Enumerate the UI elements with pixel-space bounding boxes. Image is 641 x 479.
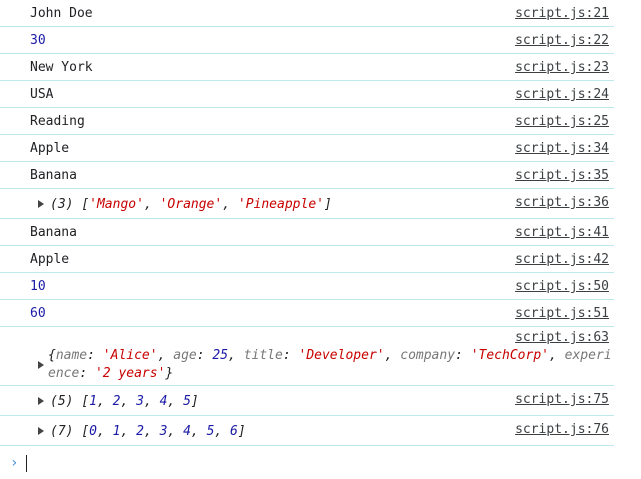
- array-item: 'Pineapple': [237, 197, 324, 212]
- object-value: 'Alice': [102, 348, 158, 363]
- array-item: 1: [89, 394, 97, 409]
- source-link[interactable]: script.js:51: [515, 306, 609, 321]
- array-item: 3: [136, 394, 144, 409]
- source-link[interactable]: script.js:76: [515, 422, 609, 437]
- source-link[interactable]: script.js:75: [515, 392, 609, 407]
- source-link[interactable]: script.js:36: [515, 195, 609, 210]
- source-link[interactable]: script.js:34: [515, 141, 609, 156]
- log-message: Banana: [30, 225, 77, 240]
- object-key: title: [243, 348, 283, 363]
- object-key: company: [400, 348, 456, 363]
- source-link[interactable]: script.js:23: [515, 60, 609, 75]
- log-row: 60 script.js:51: [0, 300, 614, 327]
- log-message: Reading: [30, 114, 85, 129]
- log-row: 10 script.js:50: [0, 273, 614, 300]
- expand-triangle-icon[interactable]: [38, 427, 44, 435]
- log-group-1: John Doe script.js:21 30 script.js:22 New Yo…: [0, 0, 641, 189]
- array-count: (7): [50, 424, 74, 439]
- object-log-row[interactable]: script.js:63 {name: 'Alice', age: 25, ti…: [0, 327, 614, 386]
- object-preview: {name: 'Alice', age: 25, title: 'Develop…: [48, 348, 612, 381]
- log-message: John Doe: [30, 6, 93, 21]
- source-link[interactable]: script.js:63: [515, 330, 609, 345]
- console-panel: John Doe script.js:21 30 script.js:22 New Yo…: [0, 0, 641, 479]
- array-item: 5: [183, 394, 191, 409]
- source-link[interactable]: script.js:41: [515, 225, 609, 240]
- array-preview: [0, 1, 2, 3, 4, 5, 6]: [81, 424, 246, 439]
- log-row: New York script.js:23: [0, 54, 614, 81]
- array-preview: ['Mango', 'Orange', 'Pineapple']: [81, 197, 332, 212]
- log-message: Apple: [30, 252, 70, 267]
- source-link[interactable]: script.js:42: [515, 252, 609, 267]
- array-item: 'Orange': [159, 197, 223, 212]
- log-row: Banana script.js:41: [0, 219, 614, 246]
- text-cursor[interactable]: [26, 454, 27, 472]
- log-message: 10: [30, 279, 46, 294]
- log-message: USA: [30, 87, 54, 102]
- array-item: 6: [230, 424, 238, 439]
- array-item: 0: [89, 424, 97, 439]
- array-item: 'Mango': [89, 197, 144, 212]
- object-key: age: [173, 348, 197, 363]
- source-link[interactable]: script.js:50: [515, 279, 609, 294]
- array-item: 2: [136, 424, 144, 439]
- object-key: name: [55, 348, 88, 363]
- source-link[interactable]: script.js:25: [515, 114, 609, 129]
- log-row: USA script.js:24: [0, 81, 614, 108]
- log-row: 30 script.js:22: [0, 27, 614, 54]
- source-link[interactable]: script.js:24: [515, 87, 609, 102]
- log-message: Apple: [30, 141, 70, 156]
- log-message: 30: [30, 33, 46, 48]
- array-preview: [1, 2, 3, 4, 5]: [81, 394, 199, 409]
- source-link[interactable]: script.js:21: [515, 6, 609, 21]
- array-log-row[interactable]: (5) [1, 2, 3, 4, 5] script.js:75: [0, 386, 614, 416]
- log-row: John Doe script.js:21: [0, 0, 614, 27]
- expand-triangle-icon[interactable]: [38, 361, 44, 369]
- source-link[interactable]: script.js:22: [515, 33, 609, 48]
- object-value: '2 years': [94, 366, 166, 381]
- array-count: (5): [50, 394, 74, 409]
- source-link[interactable]: script.js:35: [515, 168, 609, 183]
- log-group-2: Banana script.js:41 Apple script.js:42 10 scr…: [0, 219, 641, 327]
- array-log-row[interactable]: (3) ['Mango', 'Orange', 'Pineapple'] scr…: [0, 189, 614, 219]
- array-item: 4: [183, 424, 191, 439]
- array-count: (3): [50, 197, 74, 212]
- log-row: Apple script.js:42: [0, 246, 614, 273]
- log-row: Apple script.js:34: [0, 135, 614, 162]
- log-row: Banana script.js:35: [0, 162, 614, 189]
- object-value: 'TechCorp': [470, 348, 549, 363]
- object-value: 'Developer': [298, 348, 385, 363]
- array-log-row[interactable]: (7) [0, 1, 2, 3, 4, 5, 6] script.js:76: [0, 416, 614, 446]
- expand-triangle-icon[interactable]: [38, 397, 44, 405]
- log-message: Banana: [30, 168, 77, 183]
- console-prompt[interactable]: ›: [10, 454, 27, 472]
- log-message: 60: [30, 306, 46, 321]
- log-row: Reading script.js:25: [0, 108, 614, 135]
- log-message: New York: [30, 60, 93, 75]
- expand-triangle-icon[interactable]: [38, 200, 44, 208]
- object-value: 25: [212, 348, 229, 363]
- prompt-chevron-icon: ›: [10, 455, 19, 471]
